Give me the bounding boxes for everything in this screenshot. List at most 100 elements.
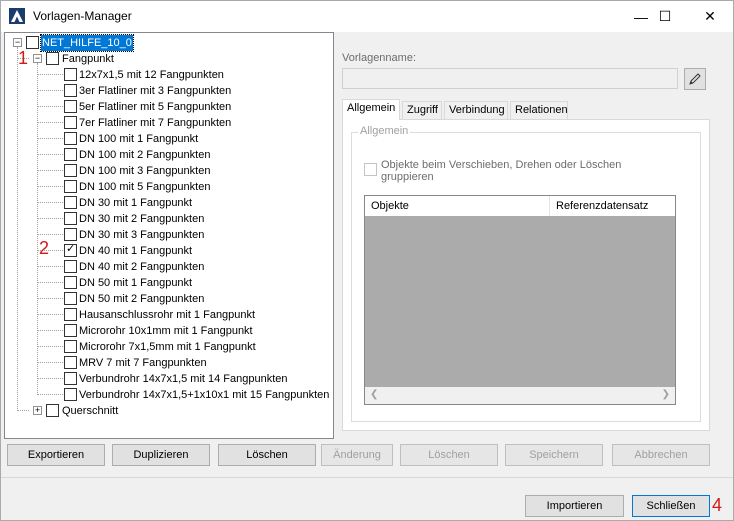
- tree-line: [37, 298, 63, 299]
- scroll-right-icon[interactable]: ❯: [662, 389, 670, 400]
- allgemein-group: Allgemein Objekte beim Verschieben, Dreh…: [351, 125, 701, 422]
- template-item-label[interactable]: Microrohr 7x1,5mm mit 1 Fangpunkt: [78, 339, 257, 355]
- group-objects-checkbox[interactable]: [364, 163, 377, 176]
- import-button[interactable]: Importieren: [525, 495, 624, 517]
- template-item-checkbox[interactable]: [64, 196, 77, 209]
- tree-line: [37, 394, 63, 395]
- template-item-label[interactable]: Verbundrohr 14x7x1,5 mit 14 Fangpunkten: [78, 371, 289, 387]
- template-name-label: Vorlagenname:: [342, 52, 416, 64]
- template-item-label[interactable]: DN 40 mit 2 Fangpunkten: [78, 259, 205, 275]
- tree-line: [37, 314, 63, 315]
- template-item-label[interactable]: Microrohr 10x1mm mit 1 Fangpunkt: [78, 323, 254, 339]
- template-item-checkbox[interactable]: [64, 308, 77, 321]
- annotation-marker-2: 2: [39, 238, 50, 258]
- grid-header: Objekte Referenzdatensatz: [365, 196, 675, 216]
- tab-panel-allgemein: Allgemein Objekte beim Verschieben, Dreh…: [342, 119, 710, 431]
- template-item-label[interactable]: DN 100 mit 5 Fangpunkten: [78, 179, 211, 195]
- tree-line: [37, 282, 63, 283]
- querschnitt-label[interactable]: Querschnitt: [61, 403, 119, 419]
- tab-relationen[interactable]: Relationen: [510, 101, 568, 119]
- column-header-referenzdatensatz[interactable]: Referenzdatensatz: [550, 196, 675, 216]
- template-item-checkbox[interactable]: [64, 228, 77, 241]
- tab-zugriff[interactable]: Zugriff: [402, 101, 442, 119]
- template-item-checkbox[interactable]: [64, 276, 77, 289]
- template-item-checkbox[interactable]: [64, 356, 77, 369]
- scroll-left-icon[interactable]: ❮: [370, 389, 378, 400]
- edit-name-button[interactable]: [684, 68, 706, 90]
- tree-line: [37, 122, 63, 123]
- template-item-checkbox[interactable]: [64, 100, 77, 113]
- pencil-icon: [689, 73, 701, 85]
- maximize-button[interactable]: ☐: [642, 1, 688, 32]
- tab-allgemein[interactable]: Allgemein: [342, 99, 400, 120]
- template-item-checkbox[interactable]: [64, 292, 77, 305]
- template-item-checkbox[interactable]: [64, 388, 77, 401]
- fangpunkt-checkbox[interactable]: [46, 52, 59, 65]
- tree-line: [37, 218, 63, 219]
- template-item-label[interactable]: Hausanschlussrohr mit 1 Fangpunkt: [78, 307, 256, 323]
- window-title: Vorlagen-Manager: [33, 9, 132, 23]
- template-tree[interactable]: − NET_HILFE_10_0 − Fangpunkt 12x7x1,5 mi…: [4, 32, 334, 439]
- template-item-label[interactable]: DN 40 mit 1 Fangpunkt: [78, 243, 193, 259]
- template-item-checkbox[interactable]: [64, 372, 77, 385]
- template-item-checkbox[interactable]: [64, 212, 77, 225]
- tree-line: [37, 106, 63, 107]
- tree-line: [37, 186, 63, 187]
- template-item-checkbox[interactable]: [64, 116, 77, 129]
- template-item-checkbox[interactable]: [64, 164, 77, 177]
- template-item-label[interactable]: DN 50 mit 2 Fangpunkten: [78, 291, 205, 307]
- template-item-checkbox[interactable]: [64, 84, 77, 97]
- annotation-marker-4: 4: [712, 495, 723, 515]
- template-item-label[interactable]: DN 30 mit 2 Fangpunkten: [78, 211, 205, 227]
- group-objects-label: Objekte beim Verschieben, Drehen oder Lö…: [381, 159, 622, 183]
- tree-line: [37, 138, 63, 139]
- app-logo-icon: [9, 8, 25, 24]
- template-item-label[interactable]: 12x7x1,5 mit 12 Fangpunkten: [78, 67, 225, 83]
- template-item-label[interactable]: MRV 7 mit 7 Fangpunkten: [78, 355, 208, 371]
- template-item-checkbox[interactable]: [64, 260, 77, 273]
- objects-grid[interactable]: Objekte Referenzdatensatz ❮ ❯: [364, 195, 676, 405]
- template-item-checkbox[interactable]: [64, 324, 77, 337]
- tree-line: [17, 410, 29, 411]
- delete-button[interactable]: Löschen: [400, 444, 498, 466]
- tree-root-label[interactable]: NET_HILFE_10_0: [40, 34, 134, 52]
- template-item-label[interactable]: DN 100 mit 1 Fangpunkt: [78, 131, 199, 147]
- template-item-label[interactable]: 3er Flatliner mit 3 Fangpunkten: [78, 83, 232, 99]
- template-item-checkbox[interactable]: [64, 180, 77, 193]
- template-item-label[interactable]: DN 30 mit 3 Fangpunkten: [78, 227, 205, 243]
- duplicate-button[interactable]: Duplizieren: [112, 444, 210, 466]
- root-collapse-toggle[interactable]: −: [13, 38, 22, 47]
- title-bar: Vorlagen-Manager — ☐ ✕: [1, 1, 733, 32]
- template-item-checkbox[interactable]: [64, 148, 77, 161]
- fangpunkt-label[interactable]: Fangpunkt: [61, 51, 115, 67]
- close-window-button[interactable]: ✕: [687, 1, 733, 32]
- change-button[interactable]: Änderung: [321, 444, 393, 466]
- horizontal-scrollbar[interactable]: ❮ ❯: [365, 387, 675, 404]
- template-item-label[interactable]: DN 100 mit 3 Fangpunkten: [78, 163, 211, 179]
- querschnitt-expand-toggle[interactable]: +: [33, 406, 42, 415]
- tree-line: [37, 90, 63, 91]
- querschnitt-checkbox[interactable]: [46, 404, 59, 417]
- template-item-label[interactable]: 7er Flatliner mit 7 Fangpunkten: [78, 115, 232, 131]
- template-item-checkbox[interactable]: [64, 340, 77, 353]
- tree-line: [37, 234, 63, 235]
- export-button[interactable]: Exportieren: [7, 444, 105, 466]
- cancel-button[interactable]: Abbrechen: [612, 444, 710, 466]
- column-header-objekte[interactable]: Objekte: [365, 196, 550, 216]
- template-name-input[interactable]: [342, 68, 678, 89]
- template-item-checkbox[interactable]: [64, 68, 77, 81]
- template-item-label[interactable]: DN 100 mit 2 Fangpunkten: [78, 147, 211, 163]
- save-button[interactable]: Speichern: [505, 444, 603, 466]
- template-item-label[interactable]: DN 50 mit 1 Fangpunkt: [78, 275, 193, 291]
- template-item-label[interactable]: DN 30 mit 1 Fangpunkt: [78, 195, 193, 211]
- fangpunkt-collapse-toggle[interactable]: −: [33, 54, 42, 63]
- tree-line: [37, 154, 63, 155]
- tab-verbindung[interactable]: Verbindung: [444, 101, 508, 119]
- close-button[interactable]: Schließen: [632, 495, 710, 517]
- template-item-checkbox[interactable]: [64, 132, 77, 145]
- template-item-label[interactable]: Verbundrohr 14x7x1,5+1x10x1 mit 15 Fangp…: [78, 387, 330, 403]
- template-item-label[interactable]: 5er Flatliner mit 5 Fangpunkten: [78, 99, 232, 115]
- delete-template-button[interactable]: Löschen: [218, 444, 316, 466]
- close-icon: ✕: [704, 8, 716, 24]
- template-item-checkbox[interactable]: [64, 242, 77, 257]
